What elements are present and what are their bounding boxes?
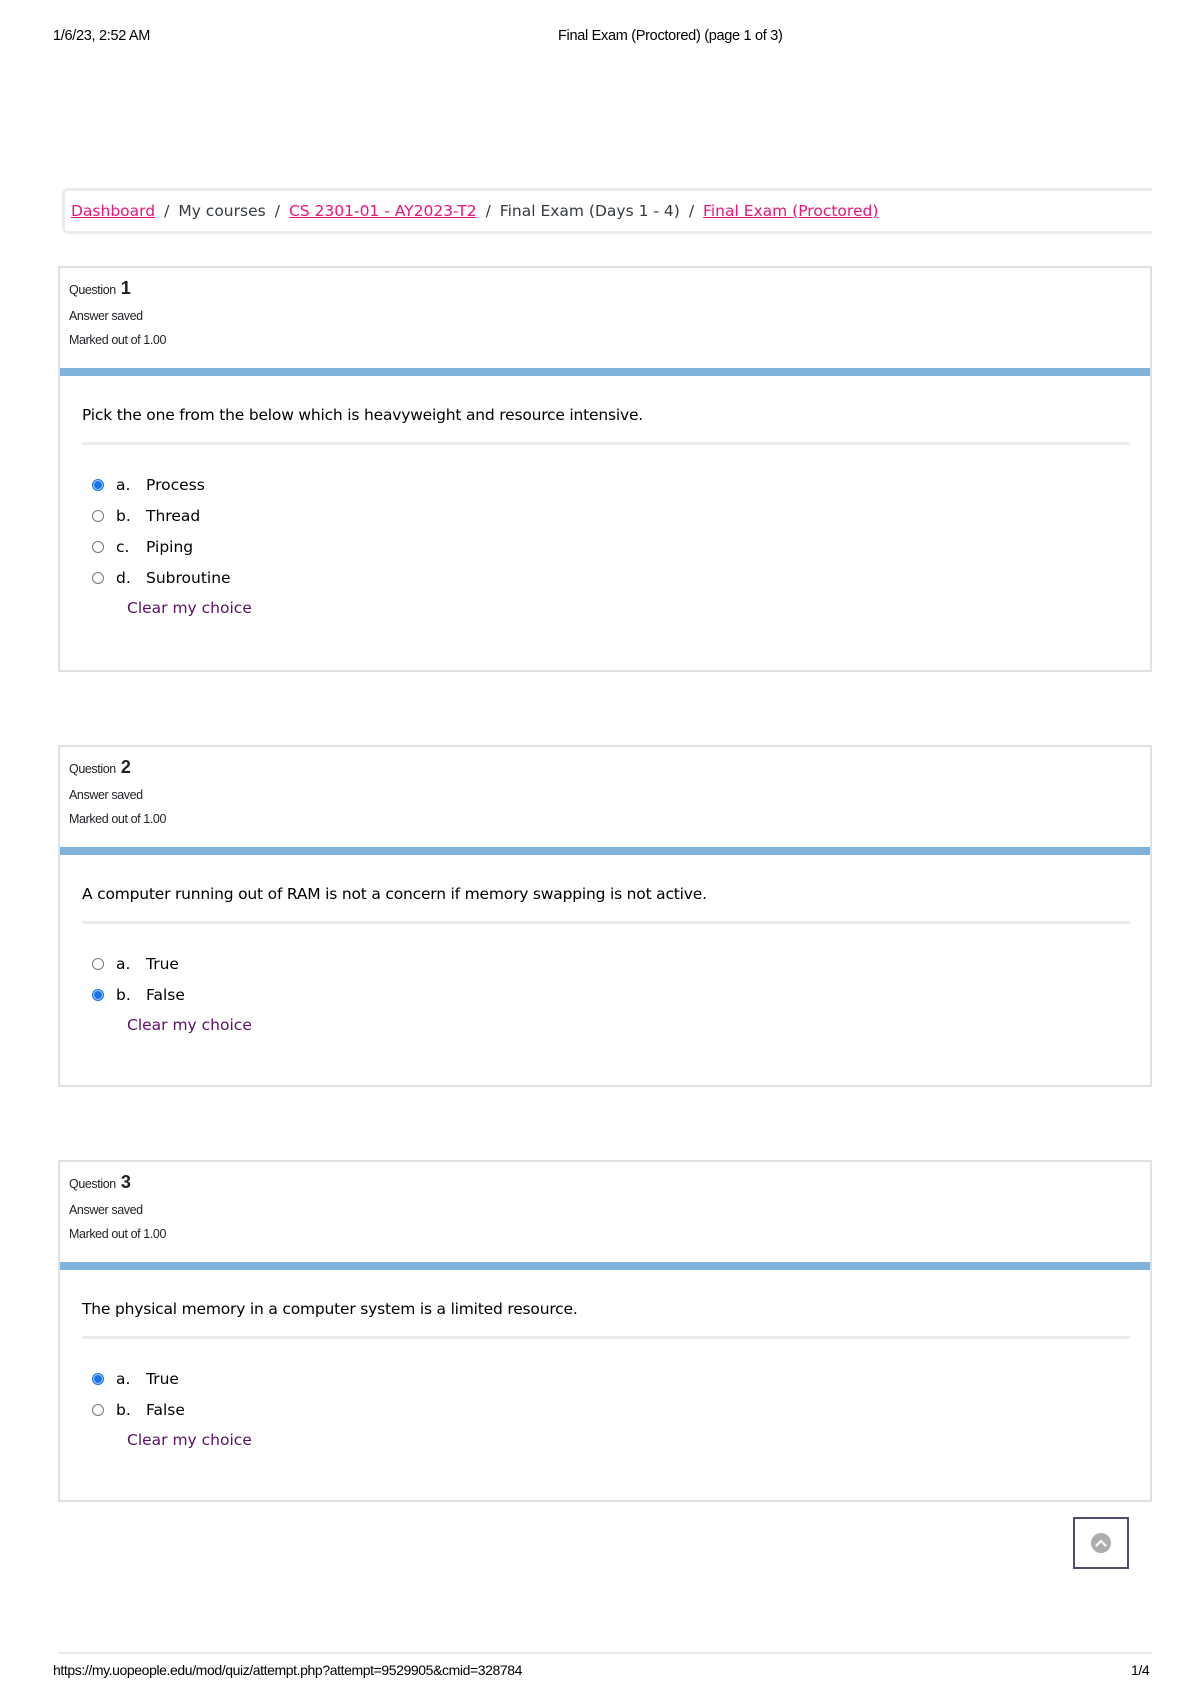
chevron-up-circle-icon (1091, 1533, 1111, 1553)
answer-option-b[interactable]: b. Thread (92, 500, 1130, 531)
question-text: Pick the one from the below which is hea… (82, 406, 1130, 445)
question-marks: Marked out of 1.00 (69, 812, 167, 826)
question-number-value: 2 (120, 757, 131, 777)
question-label: Question (69, 283, 116, 297)
option-text: True (146, 954, 179, 973)
breadcrumb-my-courses: My courses (178, 202, 266, 220)
question-status: Answer saved (69, 1203, 143, 1217)
answer-option-c[interactable]: c. Piping (92, 531, 1130, 562)
breadcrumb-course[interactable]: CS 2301-01 - AY2023-T2 (289, 202, 477, 220)
option-letter: a. (116, 475, 131, 494)
option-text: False (146, 985, 185, 1004)
breadcrumb-separator: / (688, 202, 695, 220)
radio-button[interactable] (92, 540, 104, 553)
option-letter: b. (116, 1400, 131, 1419)
option-letter: b. (116, 506, 131, 525)
answer-option-a[interactable]: a. Process (92, 469, 1130, 500)
option-text: Subroutine (146, 568, 231, 587)
radio-button[interactable] (92, 957, 104, 970)
clear-choice-link[interactable]: Clear my choice (127, 1431, 252, 1449)
answer-options: a. True b. False Clear my choice (82, 1363, 1130, 1449)
radio-button[interactable] (92, 571, 104, 584)
question-accent-bar (60, 847, 1150, 855)
print-page-number: 1/4 (1131, 1662, 1150, 1678)
question-number-value: 1 (120, 278, 131, 298)
clear-choice-link[interactable]: Clear my choice (127, 1016, 252, 1034)
answer-options: a. True b. False Clear my choice (82, 948, 1130, 1034)
radio-button[interactable] (92, 1403, 104, 1416)
question-text: The physical memory in a computer system… (82, 1300, 1130, 1339)
question-status: Answer saved (69, 788, 143, 802)
question-marks: Marked out of 1.00 (69, 333, 167, 347)
question-card-2: Question 2 Answer saved Marked out of 1.… (58, 745, 1152, 1087)
question-content: The physical memory in a computer system… (60, 1270, 1150, 1449)
question-label: Question (69, 762, 116, 776)
question-label: Question (69, 1177, 116, 1191)
back-to-top-button[interactable] (1073, 1517, 1129, 1569)
question-status: Answer saved (69, 309, 143, 323)
question-accent-bar (60, 368, 1150, 376)
question-info: Question 2 Answer saved Marked out of 1.… (60, 747, 1150, 847)
option-letter: a. (116, 954, 131, 973)
question-number: Question 3 (69, 1172, 1142, 1193)
answer-option-b[interactable]: b. False (92, 1394, 1130, 1425)
option-text: Thread (146, 506, 201, 525)
option-text: False (146, 1400, 185, 1419)
option-text: Piping (146, 537, 194, 556)
print-datetime: 1/6/23, 2:52 AM (53, 28, 151, 44)
question-card-1: Question 1 Answer saved Marked out of 1.… (58, 266, 1152, 672)
breadcrumb-separator: / (274, 202, 280, 220)
breadcrumb-separator: / (485, 202, 491, 220)
breadcrumb-section: Final Exam (Days 1 - 4) (499, 202, 680, 220)
breadcrumb: Dashboard / My courses / CS 2301-01 - AY… (62, 188, 1152, 234)
answer-option-d[interactable]: d. Subroutine (92, 562, 1130, 593)
breadcrumb-dashboard[interactable]: Dashboard (71, 202, 155, 220)
question-number-value: 3 (120, 1172, 131, 1192)
question-accent-bar (60, 1262, 1150, 1270)
question-text: A computer running out of RAM is not a c… (82, 885, 1130, 924)
question-info: Question 3 Answer saved Marked out of 1.… (60, 1162, 1150, 1262)
question-card-3: Question 3 Answer saved Marked out of 1.… (58, 1160, 1152, 1502)
radio-button[interactable] (92, 1372, 104, 1385)
option-letter: c. (116, 537, 130, 556)
question-content: Pick the one from the below which is hea… (60, 376, 1150, 617)
answer-option-a[interactable]: a. True (92, 1363, 1130, 1394)
question-number: Question 1 (69, 278, 1142, 299)
option-letter: a. (116, 1369, 131, 1388)
option-text: True (146, 1369, 179, 1388)
question-info: Question 1 Answer saved Marked out of 1.… (60, 268, 1150, 368)
question-marks: Marked out of 1.00 (69, 1227, 167, 1241)
radio-button[interactable] (92, 478, 104, 491)
footer-divider (58, 1652, 1152, 1654)
question-content: A computer running out of RAM is not a c… (60, 855, 1150, 1034)
option-text: Process (146, 475, 205, 494)
answer-options: a. Process b. Thread c. Piping d. Subroutine… (82, 469, 1130, 617)
print-url: https://my.uopeople.edu/mod/quiz/attempt… (53, 1662, 523, 1678)
option-letter: d. (116, 568, 131, 587)
option-letter: b. (116, 985, 131, 1004)
clear-choice-link[interactable]: Clear my choice (127, 599, 252, 617)
radio-button[interactable] (92, 988, 104, 1001)
question-number: Question 2 (69, 757, 1142, 778)
breadcrumb-quiz[interactable]: Final Exam (Proctored) (703, 202, 878, 220)
print-title: Final Exam (Proctored) (page 1 of 3) (558, 28, 783, 44)
answer-option-a[interactable]: a. True (92, 948, 1130, 979)
breadcrumb-separator: / (164, 202, 170, 220)
radio-button[interactable] (92, 509, 104, 522)
answer-option-b[interactable]: b. False (92, 979, 1130, 1010)
